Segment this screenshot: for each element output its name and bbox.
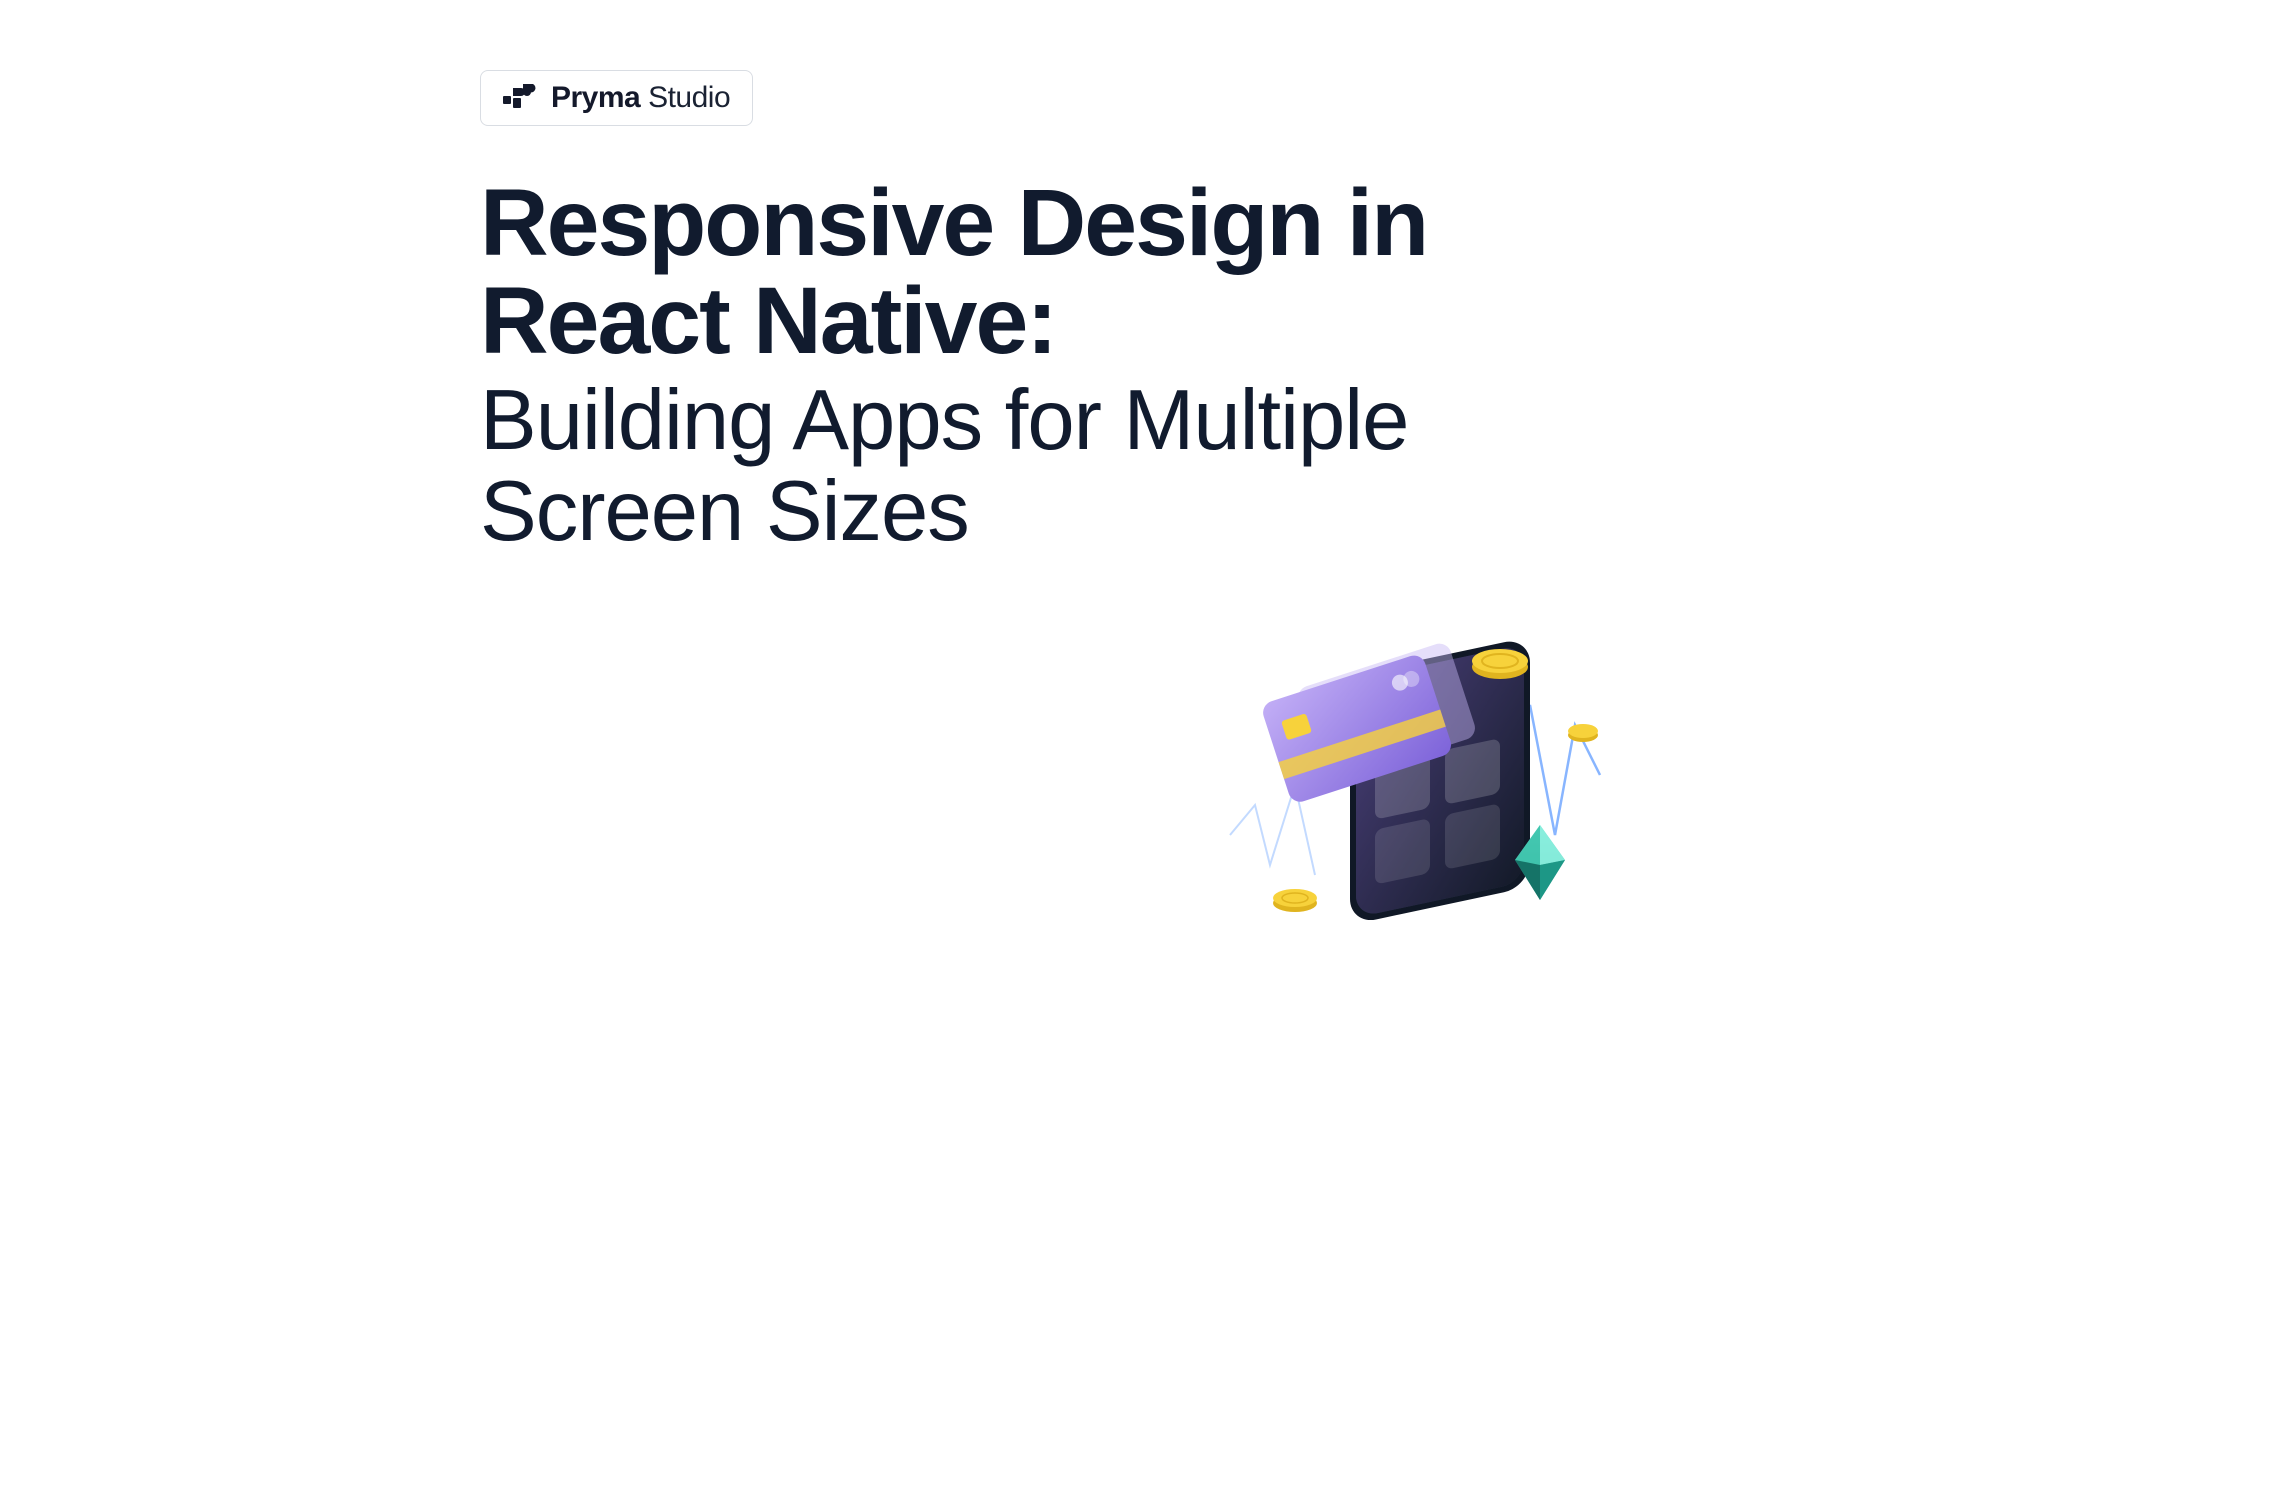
headline-light: Building Apps for Multiple Screen Sizes bbox=[480, 375, 1590, 559]
pryma-logo-icon bbox=[503, 84, 539, 112]
coin-icon bbox=[1472, 649, 1528, 679]
phone-finance-illustration bbox=[1200, 635, 1620, 935]
brand-name: Pryma Studio bbox=[551, 81, 730, 115]
brand-badge: Pryma Studio bbox=[480, 70, 753, 126]
headline: Responsive Design in React Native: Build… bbox=[480, 175, 1590, 558]
coin-icon bbox=[1273, 889, 1317, 912]
brand-name-light: Studio bbox=[640, 81, 730, 114]
hero-card: Pryma Studio Responsive Design in React … bbox=[290, 40, 1680, 960]
headline-strong: Responsive Design in React Native: bbox=[480, 175, 1590, 371]
coin-icon bbox=[1568, 724, 1598, 742]
brand-name-strong: Pryma bbox=[551, 81, 640, 114]
